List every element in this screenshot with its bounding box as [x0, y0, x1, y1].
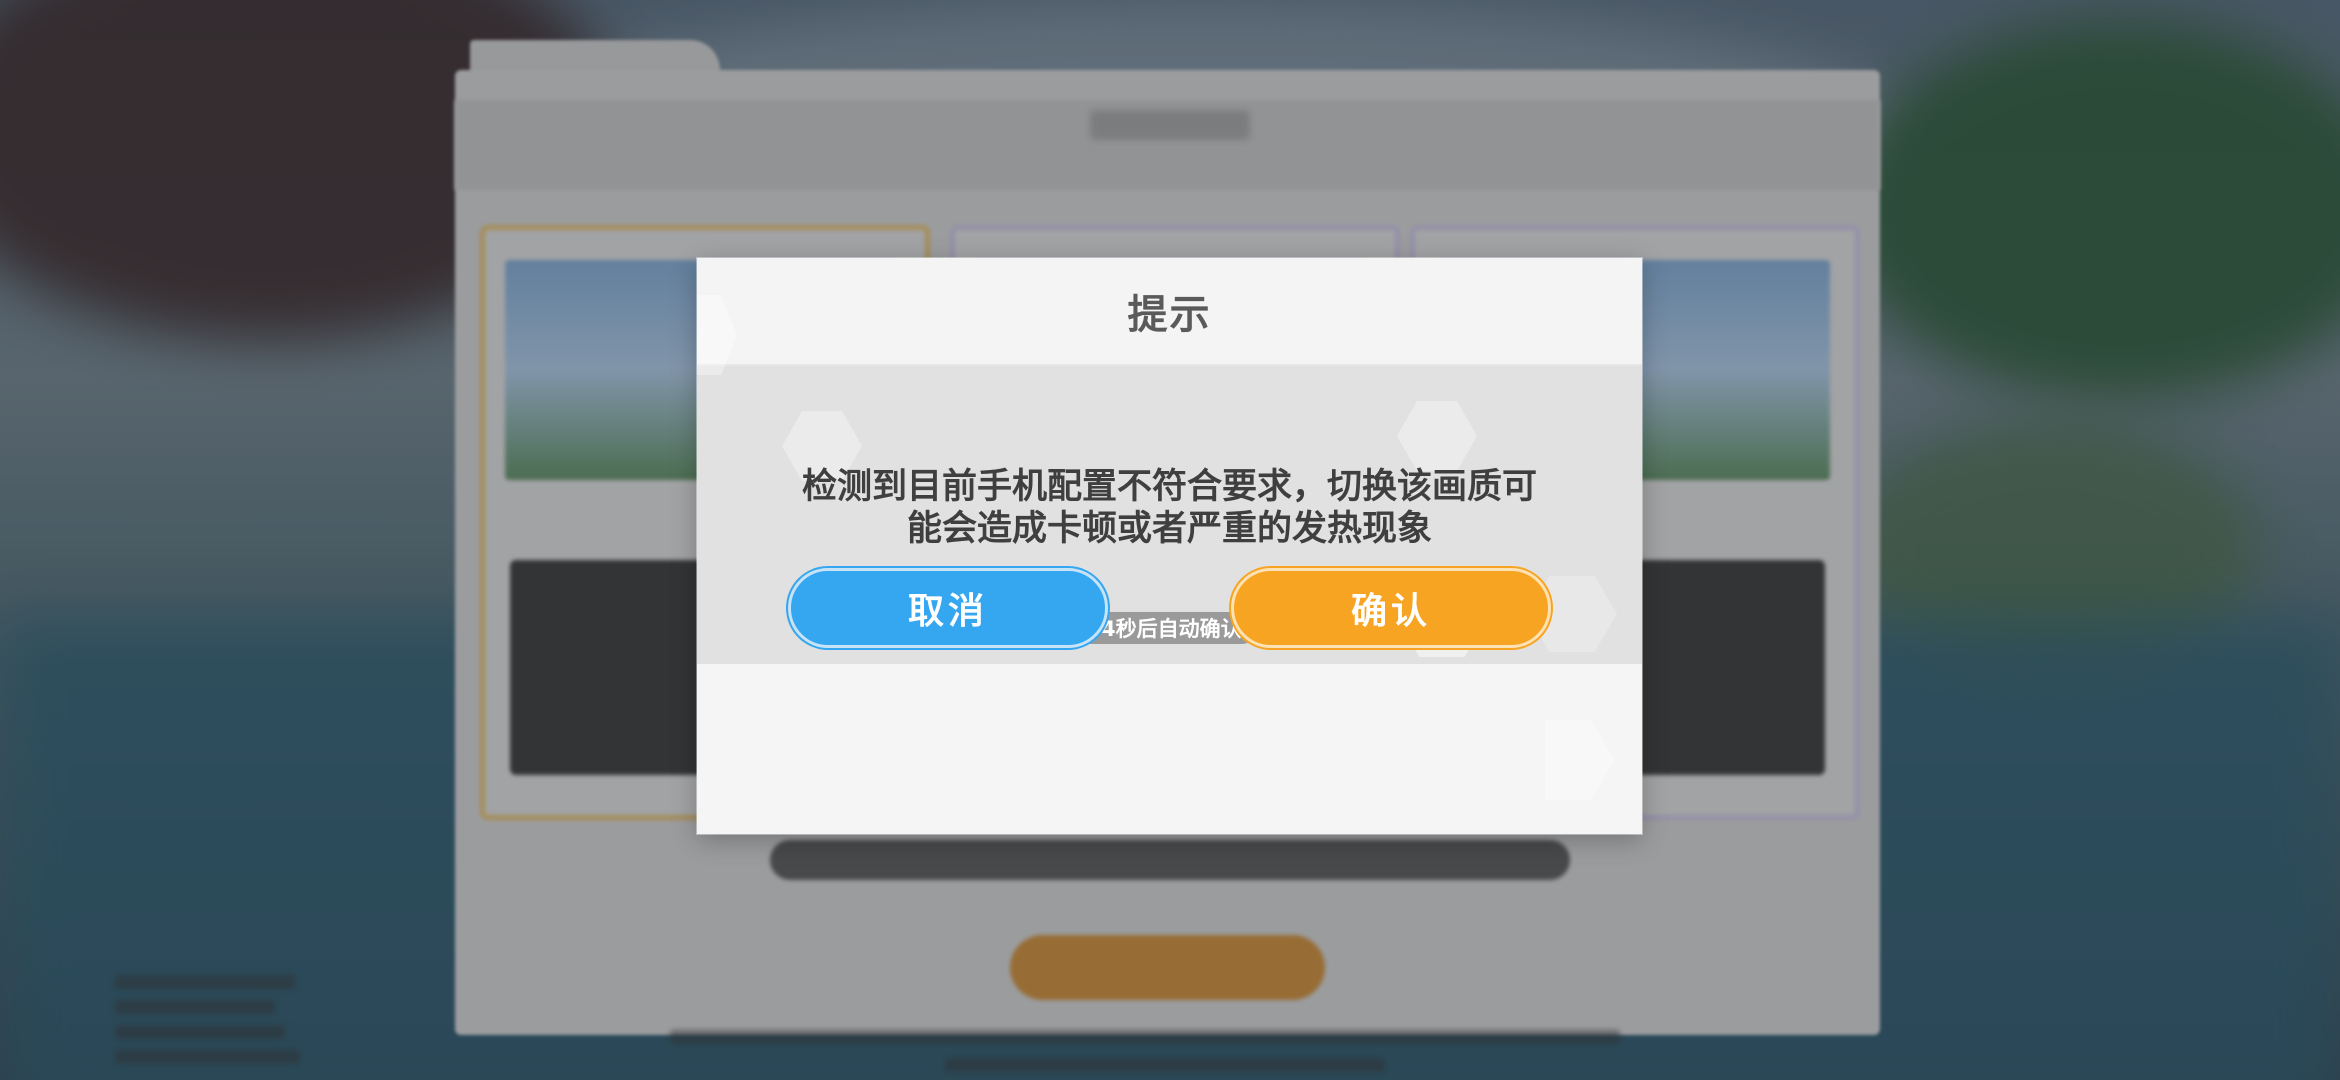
cancel-button[interactable]: 取消 [788, 568, 1108, 648]
prompt-dialog: 提示 检测到目前手机配置不符合要求，切换该画质可 能会造成卡顿或者严重的发热现象… [697, 258, 1642, 834]
confirm-button[interactable]: 确认 [1231, 568, 1551, 648]
dialog-footer [697, 664, 1642, 834]
countdown-text: 4秒后自动确认 [1101, 617, 1242, 641]
message-line: 检测到目前手机配置不符合要求，切换该画质可 [801, 467, 1537, 507]
message-line: 能会造成卡顿或者严重的发热现象 [906, 509, 1432, 549]
dialog-header: 提示 [697, 258, 1642, 366]
dialog-title: 提示 [1127, 292, 1212, 338]
game-screen: 提示 检测到目前手机配置不符合要求，切换该画质可 能会造成卡顿或者严重的发热现象… [0, 0, 2340, 1080]
dialog-message: 检测到目前手机配置不符合要求，切换该画质可 能会造成卡顿或者严重的发热现象 [757, 466, 1582, 550]
hexagon-decoration [1397, 401, 1477, 471]
